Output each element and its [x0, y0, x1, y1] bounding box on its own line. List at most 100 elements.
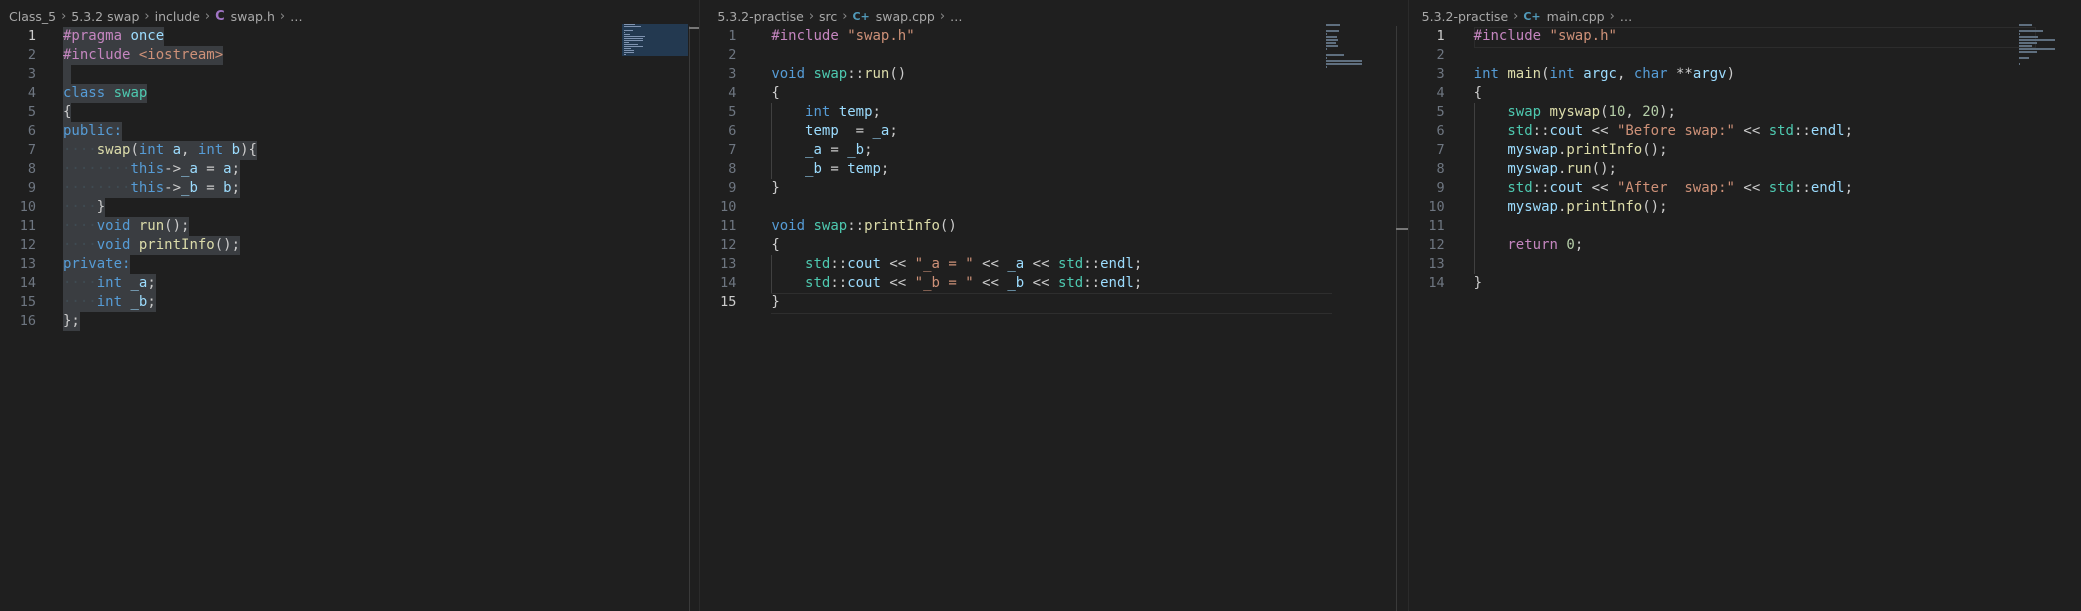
code-token: "swap.h": [1549, 28, 1617, 44]
line-number: 1: [27, 28, 36, 44]
breadcrumb-file[interactable]: C swap.h: [215, 9, 275, 24]
code-line[interactable]: 14}: [1409, 274, 2081, 293]
breadcrumb-item[interactable]: Class_5: [9, 9, 56, 24]
scrollbar-cursor-marker: [1396, 228, 1408, 230]
code-line[interactable]: 12 return 0;: [1409, 236, 2081, 255]
minimap[interactable]: [622, 24, 688, 56]
code-line[interactable]: 11 void swap::printInfo(): [700, 217, 1407, 236]
code-line[interactable]: 8 _b = temp;: [700, 160, 1407, 179]
breadcrumb-item[interactable]: 5.3.2-practise: [1422, 9, 1509, 24]
code-token: swap: [813, 66, 848, 82]
breadcrumb-item[interactable]: include: [155, 9, 200, 24]
breadcrumb-more[interactable]: …: [1620, 9, 1633, 24]
code-token: ;: [1133, 256, 1143, 272]
chevron-right-icon: ›: [842, 8, 848, 24]
code-line[interactable]: 13 std::cout << "_a = " << _a << std::en…: [700, 255, 1407, 274]
code-line[interactable]: 4{: [700, 84, 1407, 103]
breadcrumb-item[interactable]: 5.3.2 swap: [71, 9, 139, 24]
breadcrumb-more[interactable]: …: [950, 9, 963, 24]
code-line[interactable]: 12 ····void printInfo();: [0, 236, 699, 255]
code-line[interactable]: 8 ········this->_a = a;: [0, 160, 699, 179]
line-number: 6: [27, 123, 36, 139]
editor-pane-swap-cpp[interactable]: 5.3.2-practise › src › C+ swap.cpp › … 1…: [700, 0, 1408, 611]
code-text: #include <iostream>: [63, 46, 224, 65]
code-token: cout: [1549, 180, 1584, 196]
code-line[interactable]: 12 {: [700, 236, 1407, 255]
code-text: _a = _b;: [771, 141, 872, 160]
code-line[interactable]: 13: [1409, 255, 2081, 274]
code-token: ;: [1133, 275, 1143, 291]
code-editor[interactable]: 1 #include "swap.h" 2 3 int main(int argc, c…: [1409, 27, 2081, 293]
breadcrumb-file-label: swap.cpp: [875, 8, 935, 24]
code-line[interactable]: 9}: [700, 179, 1407, 198]
scrollbar-vertical[interactable]: [1396, 26, 1398, 611]
scrollbar-cursor-marker: [689, 27, 700, 29]
code-line[interactable]: 11: [1409, 217, 2081, 236]
editor-pane-swap-h[interactable]: Class_5 › 5.3.2 swap › include › C swap.…: [0, 0, 700, 611]
code-editor[interactable]: 1 #include "swap.h" 2 3 void swap::run() 4{5 …: [700, 27, 1407, 314]
code-line[interactable]: 7 ····swap(int a, int b){: [0, 141, 699, 160]
code-line[interactable]: 8 myswap.run();: [1409, 160, 2081, 179]
code-line[interactable]: 7 _a = _b;: [700, 141, 1407, 160]
code-line[interactable]: 6 std::cout << "Before swap:" << std::en…: [1409, 122, 2081, 141]
minimap-line: [624, 46, 643, 47]
code-line[interactable]: 11 ····void run();: [0, 217, 699, 236]
code-token: ;: [1574, 237, 1584, 253]
code-token: _b: [181, 180, 198, 196]
scrollbar-vertical[interactable]: [689, 26, 690, 611]
code-line[interactable]: 14 std::cout << "_b = " << _b << std::en…: [700, 274, 1407, 293]
code-line[interactable]: 3 void swap::run(): [700, 65, 1407, 84]
breadcrumb-file-label: swap.h: [230, 8, 275, 24]
breadcrumb-item[interactable]: 5.3.2-practise: [717, 9, 804, 24]
code-line[interactable]: 5 swap myswap(10, 20);: [1409, 103, 2081, 122]
code-line[interactable]: 2: [1409, 46, 2081, 65]
code-line[interactable]: 3 int main(int argc, char **argv): [1409, 65, 2081, 84]
code-line[interactable]: 15 ····int _b;: [0, 293, 699, 312]
code-line[interactable]: 6 public:: [0, 122, 699, 141]
code-line[interactable]: 1 #pragma once: [0, 27, 699, 46]
code-text: class swap: [63, 84, 148, 103]
selection-marker: [63, 65, 71, 84]
code-line[interactable]: 9 std::cout << "After swap:" << std::end…: [1409, 179, 2081, 198]
code-token: int: [1549, 66, 1575, 82]
minimap-line: [1326, 66, 1328, 68]
code-token: endl: [1100, 275, 1134, 291]
code-token: ::: [830, 275, 848, 291]
code-line[interactable]: 2 #include <iostream>: [0, 46, 699, 65]
code-line[interactable]: 10: [700, 198, 1407, 217]
code-token: #include: [1473, 28, 1542, 44]
code-line[interactable]: 1 #include "swap.h": [700, 27, 1407, 46]
code-line[interactable]: 14 ····int _a;: [0, 274, 699, 293]
code-token: char: [1633, 66, 1668, 82]
code-token: "After swap:": [1616, 180, 1735, 196]
code-line[interactable]: 9 ········this->_b = b;: [0, 179, 699, 198]
code-text: ····void run();: [63, 217, 190, 236]
code-line[interactable]: 6 temp = _a;: [700, 122, 1407, 141]
code-line[interactable]: 15}: [700, 293, 1407, 312]
code-line[interactable]: 10 ····}: [0, 198, 699, 217]
code-line[interactable]: 1 #include "swap.h": [1409, 27, 2081, 46]
code-editor[interactable]: 1 #pragma once 2 #include <iostream> 3 4 class…: [0, 27, 699, 331]
breadcrumb-file[interactable]: C+ swap.cpp: [852, 9, 934, 24]
code-line[interactable]: 3: [0, 65, 699, 84]
code-line[interactable]: 4 class swap: [0, 84, 699, 103]
code-token: (: [1600, 104, 1609, 120]
code-text: std::cout << "After swap:" << std::endl;: [1474, 179, 1853, 198]
minimap-line: [1326, 36, 1337, 38]
code-text: ····int _a;: [63, 274, 156, 293]
editor-pane-main-cpp[interactable]: 5.3.2-practise › C+ main.cpp › … 1 #inclu…: [1408, 0, 2081, 611]
breadcrumb-file[interactable]: C+ main.cpp: [1523, 9, 1604, 24]
code-line[interactable]: 13 private:: [0, 255, 699, 274]
code-line[interactable]: 7 myswap.printInfo();: [1409, 141, 2081, 160]
code-token: swap: [813, 218, 848, 234]
code-line[interactable]: 5{: [0, 103, 699, 122]
code-line[interactable]: 2: [700, 46, 1407, 65]
code-line[interactable]: 5 int temp;: [700, 103, 1407, 122]
breadcrumb-item[interactable]: src: [819, 9, 837, 24]
code-line[interactable]: 4{: [1409, 84, 2081, 103]
breadcrumb-more[interactable]: …: [290, 9, 303, 24]
code-line[interactable]: 16};: [0, 312, 699, 331]
code-line[interactable]: 10 myswap.printInfo();: [1409, 198, 2081, 217]
